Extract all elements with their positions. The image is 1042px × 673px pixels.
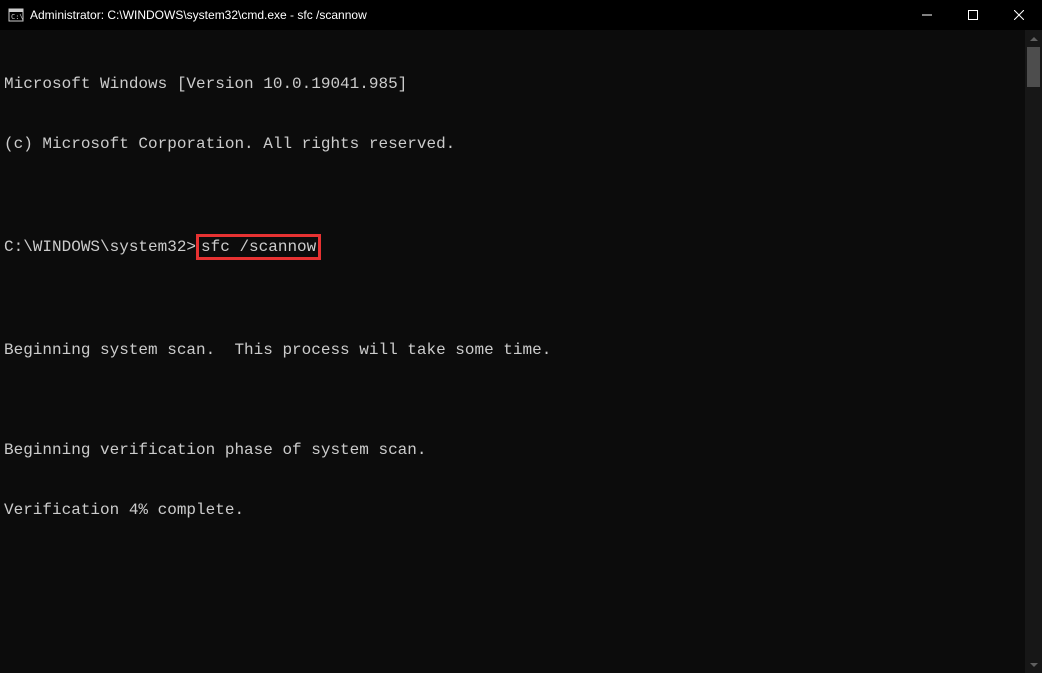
cmd-window: C:\ Administrator: C:\WINDOWS\system32\c…	[0, 0, 1042, 673]
scrollbar-track[interactable]	[1025, 47, 1042, 656]
titlebar[interactable]: C:\ Administrator: C:\WINDOWS\system32\c…	[0, 0, 1042, 30]
output-line: Beginning system scan. This process will…	[4, 340, 1021, 360]
close-button[interactable]	[996, 0, 1042, 30]
minimize-button[interactable]	[904, 0, 950, 30]
prompt: C:\WINDOWS\system32>	[4, 238, 196, 256]
content-wrapper: Microsoft Windows [Version 10.0.19041.98…	[0, 30, 1042, 673]
output-line: (c) Microsoft Corporation. All rights re…	[4, 134, 1021, 154]
command-highlight: sfc /scannow	[196, 234, 321, 260]
cmd-icon: C:\	[8, 7, 24, 23]
close-icon	[1014, 10, 1024, 20]
output-line: Microsoft Windows [Version 10.0.19041.98…	[4, 74, 1021, 94]
window-title: Administrator: C:\WINDOWS\system32\cmd.e…	[30, 8, 904, 22]
scrollbar-down-arrow[interactable]	[1025, 656, 1042, 673]
terminal-output[interactable]: Microsoft Windows [Version 10.0.19041.98…	[0, 30, 1025, 673]
window-controls	[904, 0, 1042, 30]
output-line: Beginning verification phase of system s…	[4, 440, 1021, 460]
minimize-icon	[922, 10, 932, 20]
prompt-line: C:\WINDOWS\system32>sfc /scannow	[4, 234, 1021, 260]
chevron-down-icon	[1030, 663, 1038, 667]
chevron-up-icon	[1030, 37, 1038, 41]
output-line: Verification 4% complete.	[4, 500, 1021, 520]
svg-text:C:\: C:\	[11, 13, 24, 21]
maximize-button[interactable]	[950, 0, 996, 30]
scrollbar-up-arrow[interactable]	[1025, 30, 1042, 47]
vertical-scrollbar[interactable]	[1025, 30, 1042, 673]
scrollbar-thumb[interactable]	[1027, 47, 1040, 87]
maximize-icon	[968, 10, 978, 20]
